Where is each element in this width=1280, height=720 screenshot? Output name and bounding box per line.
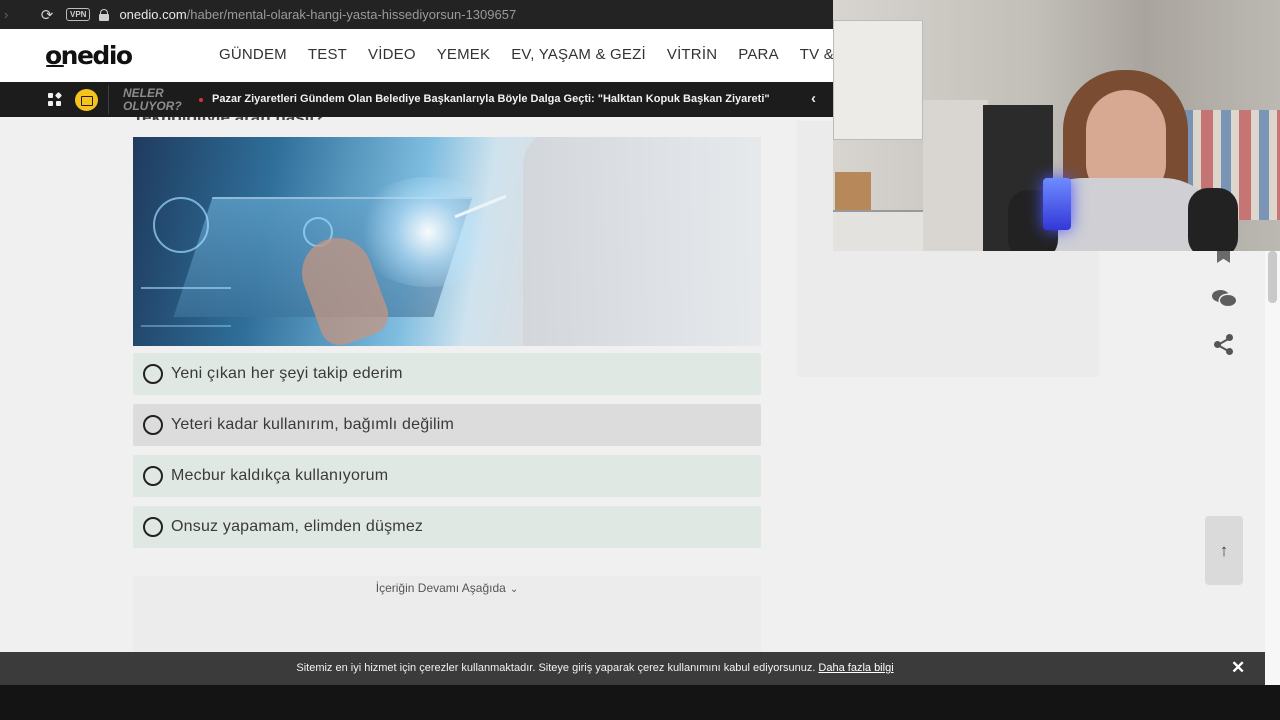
url-host: onedio.com bbox=[119, 7, 187, 22]
scroll-to-top-button[interactable]: ↑ bbox=[1205, 516, 1243, 585]
answer-label: Mecbur kaldıkça kullanıyorum bbox=[171, 467, 389, 484]
ticker-label-line2: OLUYOR? bbox=[123, 99, 182, 113]
ticker-headline[interactable]: Pazar Ziyaretleri Gündem Olan Belediye B… bbox=[212, 93, 770, 105]
ticker-divider bbox=[108, 85, 109, 114]
webcam-overlay bbox=[833, 0, 1280, 251]
forward-icon[interactable]: › bbox=[4, 7, 18, 22]
nav-item-gundem[interactable]: GÜNDEM bbox=[219, 46, 287, 63]
vpn-badge[interactable]: VPN bbox=[66, 8, 91, 21]
lock-icon[interactable] bbox=[99, 8, 110, 21]
continue-below[interactable]: İçeriğin Devamı Aşağıda ⌄ bbox=[0, 581, 761, 595]
scrollbar-thumb[interactable] bbox=[1268, 251, 1277, 303]
comments-icon[interactable] bbox=[1211, 288, 1237, 310]
nav-item-ev-yasam-gezi[interactable]: EV, YAŞAM & GEZİ bbox=[511, 46, 646, 63]
answer-label: Yeni çıkan her şeyi takip ederim bbox=[171, 365, 403, 382]
share-icon[interactable] bbox=[1211, 333, 1237, 355]
nav-item-yemek[interactable]: YEMEK bbox=[437, 46, 491, 63]
news-icon[interactable] bbox=[75, 89, 98, 111]
grid-icon[interactable] bbox=[48, 91, 63, 107]
answer-label: Onsuz yapamam, elimden düşmez bbox=[171, 518, 424, 535]
radio-button[interactable] bbox=[143, 466, 163, 486]
url-path: /haber/mental-olarak-hangi-yasta-hissedi… bbox=[186, 7, 517, 22]
nav-item-test[interactable]: TEST bbox=[308, 46, 347, 63]
chevron-left-icon[interactable]: ‹ bbox=[811, 90, 816, 107]
radio-button[interactable] bbox=[143, 517, 163, 537]
answer-option-1[interactable]: Yeni çıkan her şeyi takip ederim bbox=[133, 353, 761, 395]
logo-underline bbox=[46, 65, 64, 67]
reload-icon[interactable]: ⟳ bbox=[36, 6, 58, 24]
bottom-strip bbox=[0, 685, 1280, 720]
nav-item-para[interactable]: PARA bbox=[738, 46, 779, 63]
answer-option-2[interactable]: Yeteri kadar kullanırım, bağımlı değilim bbox=[133, 404, 761, 446]
radio-button[interactable] bbox=[143, 415, 163, 435]
live-dot bbox=[199, 98, 203, 102]
scrollbar-track[interactable] bbox=[1265, 251, 1280, 685]
cookie-more-info-link[interactable]: Daha fazla bilgi bbox=[818, 662, 893, 674]
cookie-banner: Sitemiz en iyi hizmet için çerezler kull… bbox=[0, 652, 1265, 685]
address-bar[interactable]: onedio.com/haber/mental-olarak-hangi-yas… bbox=[119, 7, 516, 22]
cookie-message: Sitemiz en iyi hizmet için çerezler kull… bbox=[0, 662, 1190, 674]
main-nav: GÜNDEM TEST VİDEO YEMEK EV, YAŞAM & GEZİ… bbox=[219, 46, 895, 63]
nav-item-video[interactable]: VİDEO bbox=[368, 46, 416, 63]
nav-item-vitrin[interactable]: VİTRİN bbox=[667, 46, 717, 63]
ticker-label: NELER OLUYOR? bbox=[123, 87, 182, 113]
answer-option-4[interactable]: Onsuz yapamam, elimden düşmez bbox=[133, 506, 761, 548]
continue-label: İçeriğin Devamı Aşağıda bbox=[375, 581, 506, 595]
cookie-text: Sitemiz en iyi hizmet için çerezler kull… bbox=[296, 662, 816, 674]
question-image bbox=[133, 137, 761, 346]
close-icon[interactable]: ✕ bbox=[1231, 658, 1245, 678]
radio-button[interactable] bbox=[143, 364, 163, 384]
chevron-down-icon: ⌄ bbox=[509, 584, 519, 595]
answer-label: Yeteri kadar kullanırım, bağımlı değilim bbox=[171, 416, 455, 433]
arrow-up-icon: ↑ bbox=[1219, 541, 1229, 560]
question-title: Teknolojiyle aran nasıl? bbox=[133, 117, 324, 120]
answer-option-3[interactable]: Mecbur kaldıkça kullanıyorum bbox=[133, 455, 761, 497]
